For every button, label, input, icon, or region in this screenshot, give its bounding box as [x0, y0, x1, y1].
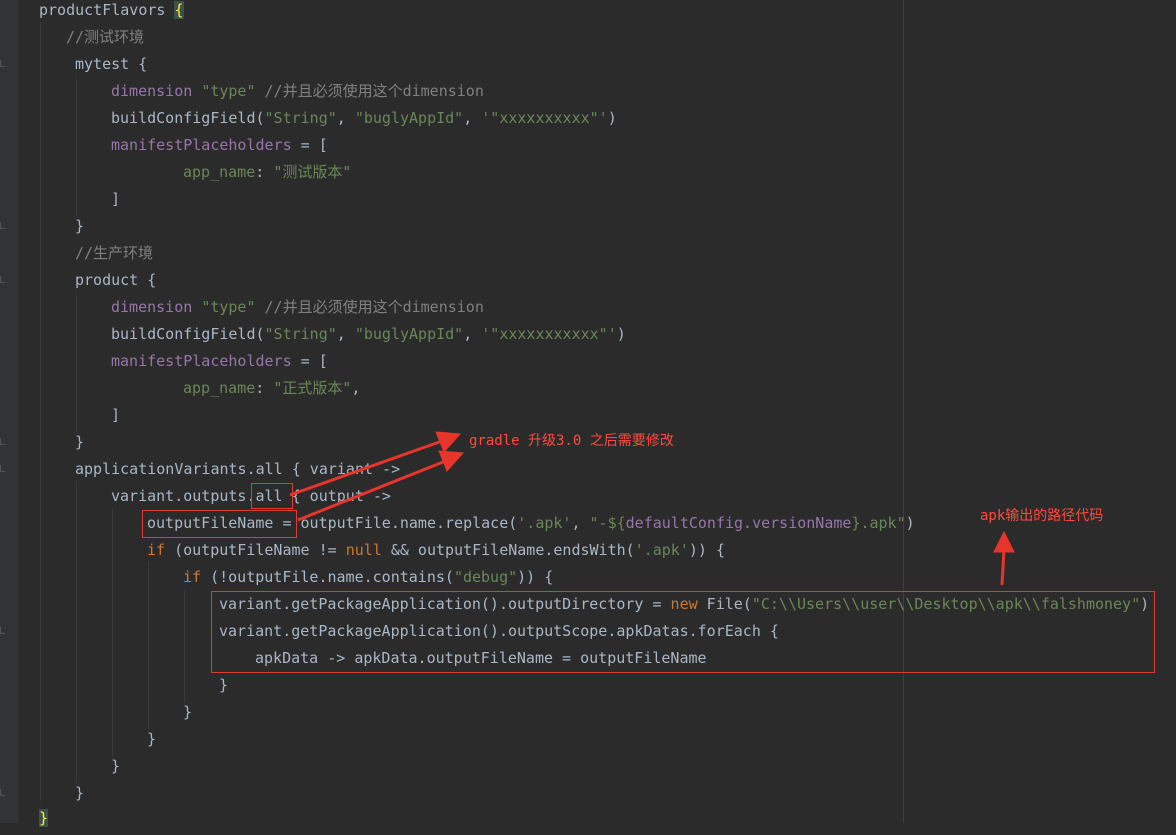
code-line: //测试环境	[66, 28, 145, 46]
code-line: applicationVariants.all { variant ->	[75, 460, 401, 478]
highlight-box-all	[251, 483, 293, 509]
code-line: if (!outputFile.name.contains("debug")) …	[183, 568, 554, 586]
code-line: manifestPlaceholders = [	[111, 352, 328, 370]
indent-guide	[112, 508, 113, 756]
highlight-box-outputfilename	[142, 510, 297, 538]
code-line: app_name: "测试版本"	[183, 163, 352, 181]
code-line: product {	[75, 271, 157, 289]
code-line: }	[147, 730, 157, 748]
code-line: }	[39, 809, 49, 827]
code-line: mytest {	[75, 55, 148, 73]
code-line: buildConfigField("String", "buglyAppId",…	[111, 325, 626, 343]
code-editor[interactable]: productFlavors { //测试环境 mytest { dimensi…	[0, 0, 1176, 827]
code-line: ]	[111, 406, 121, 424]
code-line: productFlavors {	[39, 1, 184, 19]
annotation-apk-output-path: apk输出的路径代码	[980, 508, 1104, 524]
indent-guide	[40, 22, 41, 802]
code-line: buildConfigField("String", "buglyAppId",…	[111, 109, 617, 127]
indent-guide	[76, 292, 77, 432]
code-line: app_name: "正式版本",	[183, 379, 361, 397]
code-line: dimension "type" //并且必须使用这个dimension	[111, 298, 484, 316]
code-line: }	[111, 757, 121, 775]
highlight-box-apk-path	[211, 591, 1155, 673]
code-line: ]	[111, 190, 121, 208]
code-line: }	[219, 676, 229, 694]
annotation-gradle-upgrade: gradle 升级3.0 之后需要修改	[469, 433, 674, 449]
indent-guide	[76, 76, 77, 216]
code-line: }	[75, 217, 85, 235]
code-line: dimension "type" //并且必须使用这个dimension	[111, 82, 484, 100]
code-line: //生产环境	[75, 244, 154, 262]
indent-guide	[76, 481, 77, 783]
indent-guide	[184, 589, 185, 703]
code-line: }	[75, 433, 85, 451]
code-line: }	[75, 784, 85, 802]
indent-guide	[148, 562, 149, 730]
code-line: manifestPlaceholders = [	[111, 136, 328, 154]
code-line: }	[183, 703, 193, 721]
code-line: if (outputFileName != null && outputFile…	[147, 541, 725, 559]
